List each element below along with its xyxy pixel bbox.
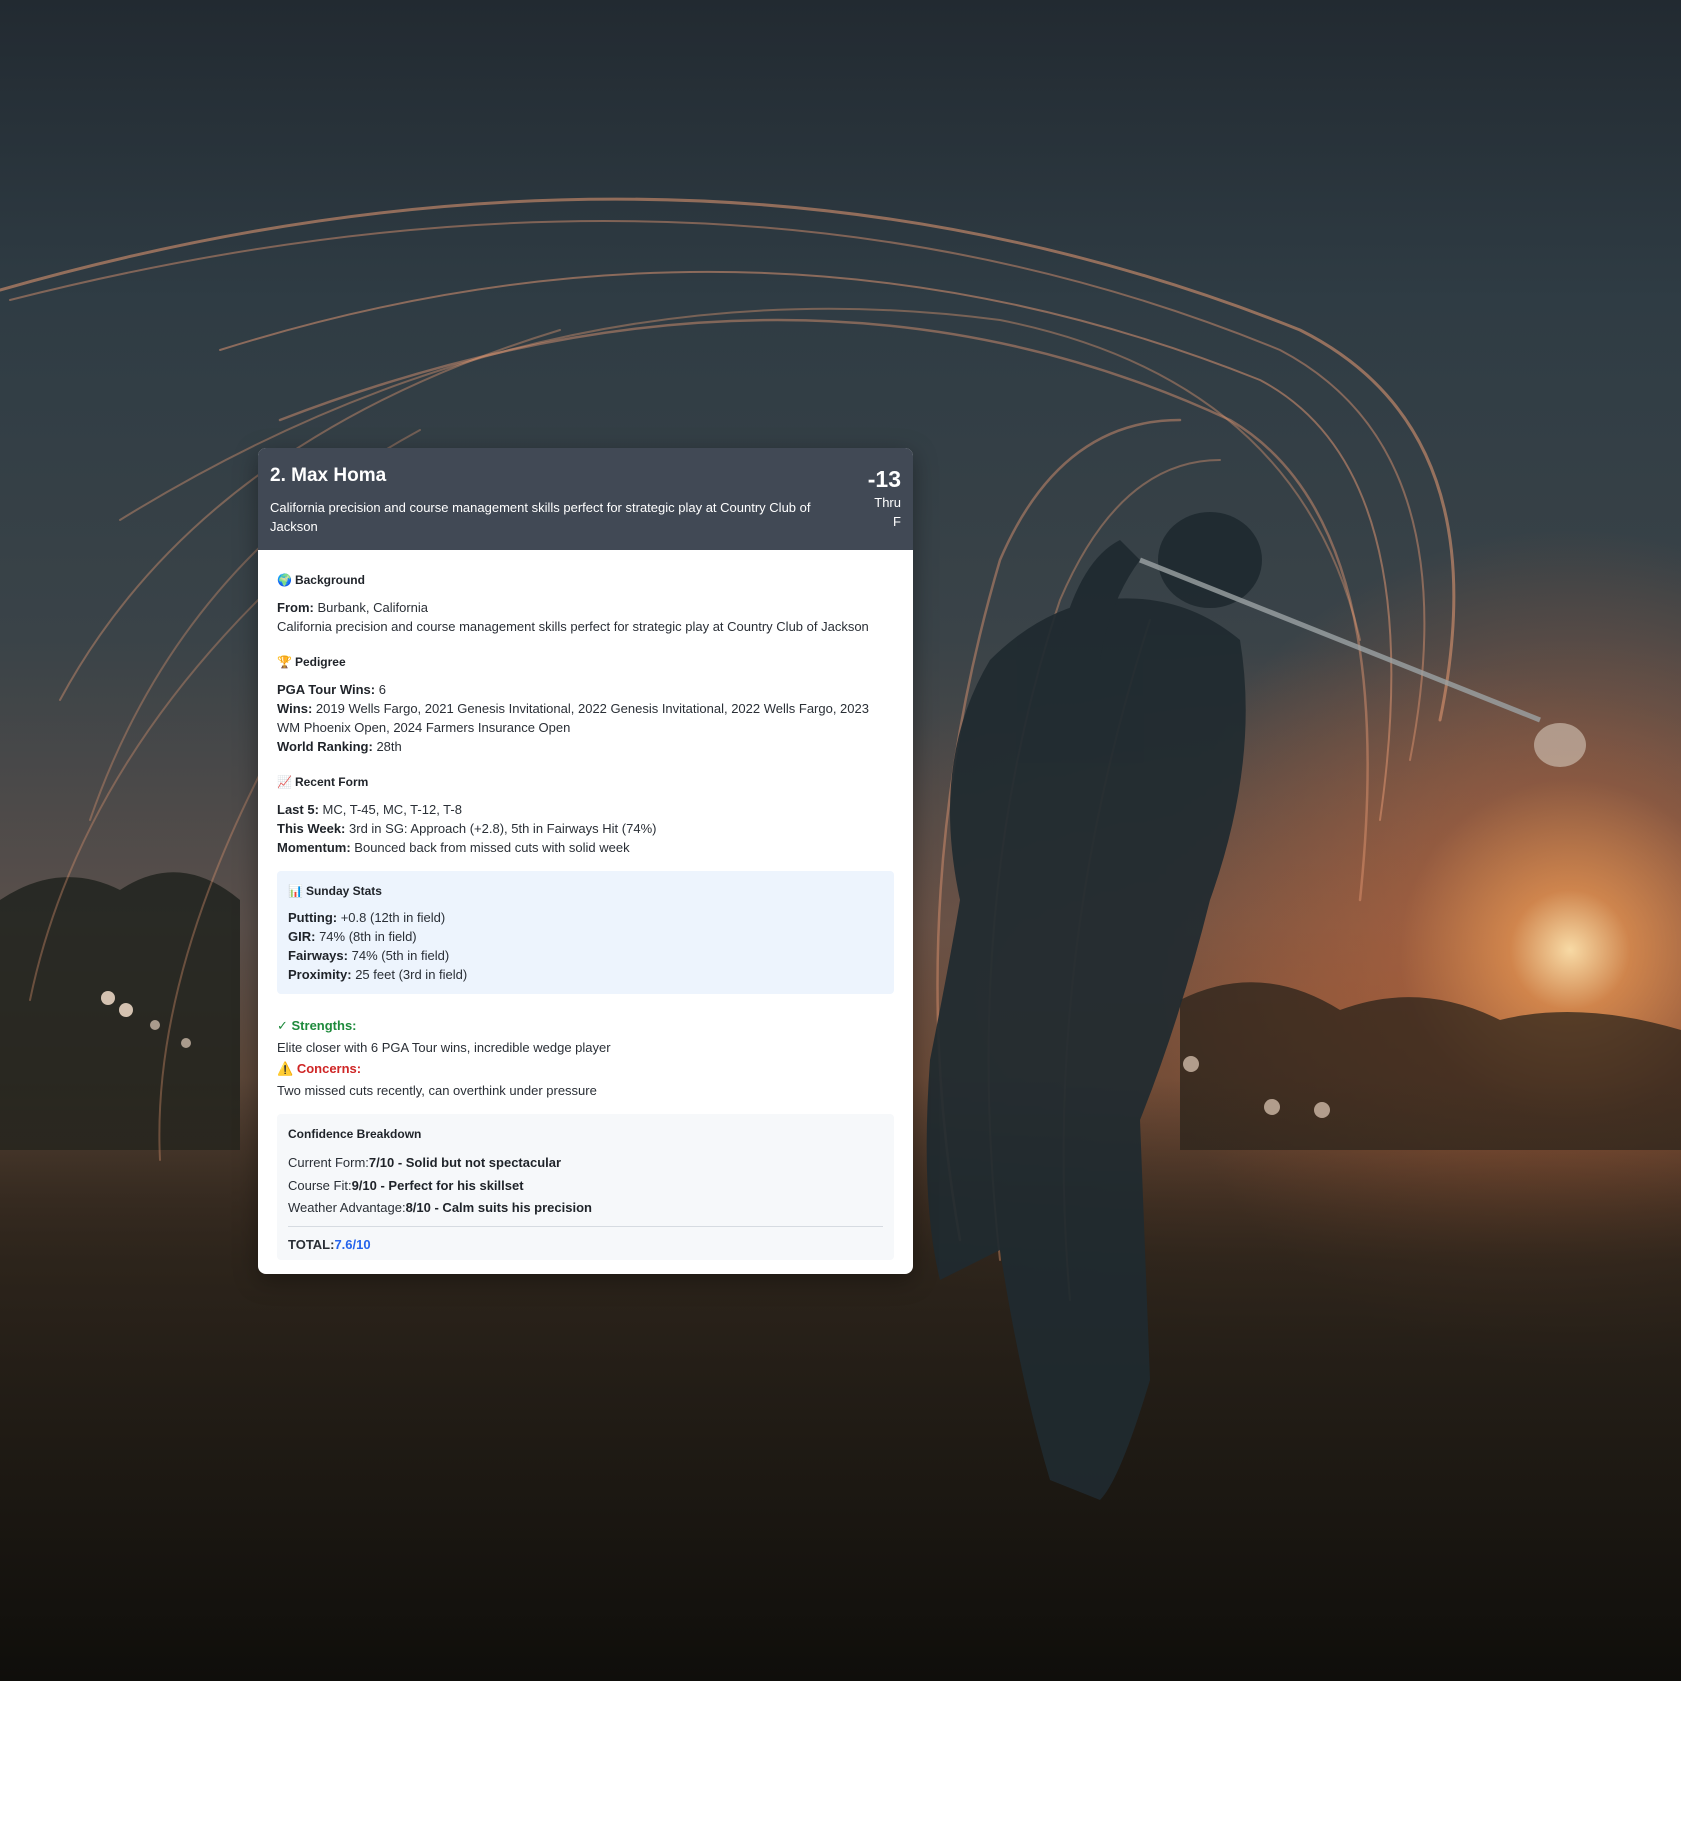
- from-line: From: Burbank, California: [277, 600, 429, 615]
- strengths-text: Elite closer with 6 PGA Tour wins, incre…: [277, 1040, 611, 1055]
- player-card: 2. Max Homa California precision and cou…: [258, 448, 913, 1274]
- world-ranking-line: World Ranking: 28th: [277, 739, 402, 754]
- player-name: 2. Max Homa: [270, 465, 387, 486]
- thru-value: F: [893, 514, 901, 529]
- bar-chart-icon: 📊: [288, 884, 303, 898]
- concerns-block: ⚠️ Concerns: Two missed cuts recently, c…: [277, 1059, 894, 1100]
- pedigree-section: 🏆 Pedigree PGA Tour Wins: 6 Wins: 2019 W…: [277, 654, 894, 756]
- score: -13: [867, 466, 901, 492]
- trophy-icon: 🏆: [277, 655, 292, 669]
- pedigree-title: Pedigree: [294, 655, 346, 669]
- confidence-weather: Weather Advantage:8/10 - Calm suits his …: [288, 1200, 592, 1215]
- recent-form-title: Recent Form: [294, 775, 369, 789]
- stat-gir: GIR: 74% (8th in field): [288, 929, 417, 944]
- this-week-line: This Week: 3rd in SG: Approach (+2.8), 5…: [277, 821, 657, 836]
- confidence-breakdown: Confidence Breakdown Current Form:7/10 -…: [277, 1114, 894, 1260]
- concerns-title: Concerns:: [296, 1061, 362, 1076]
- chart-increasing-icon: 📈: [277, 775, 292, 789]
- card-body: 🌍 Background From: Burbank, California C…: [258, 550, 913, 1274]
- score-block: -13 Thru F: [868, 462, 901, 536]
- strengths-block: ✓ Strengths: Elite closer with 6 PGA Tou…: [277, 1016, 894, 1057]
- confidence-course-fit: Course Fit:9/10 - Perfect for his skills…: [288, 1177, 524, 1193]
- warning-icon: ⚠️: [277, 1061, 294, 1076]
- confidence-title: Confidence Breakdown: [288, 1127, 422, 1141]
- stat-putting: Putting: +0.8 (12th in field): [288, 910, 446, 925]
- player-tagline: California precision and course manageme…: [270, 500, 811, 534]
- card-header: 2. Max Homa California precision and cou…: [258, 448, 913, 550]
- globe-icon: 🌍: [277, 573, 292, 587]
- confidence-total: TOTAL:7.6/10: [288, 1236, 371, 1252]
- strengths-title: ✓ Strengths:: [277, 1018, 357, 1033]
- sunday-stats-box: 📊 Sunday Stats Putting: +0.8 (12th in fi…: [277, 871, 894, 994]
- last5-line: Last 5: MC, T-45, MC, T-12, T-8: [277, 802, 462, 817]
- background-description: California precision and course manageme…: [277, 619, 869, 634]
- momentum-line: Momentum: Bounced back from missed cuts …: [277, 840, 630, 855]
- divider: [288, 1225, 883, 1227]
- concerns-text: Two missed cuts recently, can overthink …: [277, 1083, 597, 1098]
- background-section: 🌍 Background From: Burbank, California C…: [277, 572, 894, 636]
- stat-proximity: Proximity: 25 feet (3rd in field): [288, 967, 468, 982]
- recent-form-section: 📈 Recent Form Last 5: MC, T-45, MC, T-12…: [277, 774, 894, 857]
- thru-label: Thru: [874, 495, 901, 510]
- background-title: Background: [294, 573, 365, 587]
- tour-wins-line: PGA Tour Wins: 6: [277, 682, 386, 697]
- confidence-current-form: Current Form:7/10 - Solid but not specta…: [288, 1155, 562, 1170]
- stat-fairways: Fairways: 74% (5th in field): [288, 948, 450, 963]
- sunday-stats-title: Sunday Stats: [305, 884, 382, 898]
- wins-line: Wins: 2019 Wells Fargo, 2021 Genesis Inv…: [277, 701, 869, 735]
